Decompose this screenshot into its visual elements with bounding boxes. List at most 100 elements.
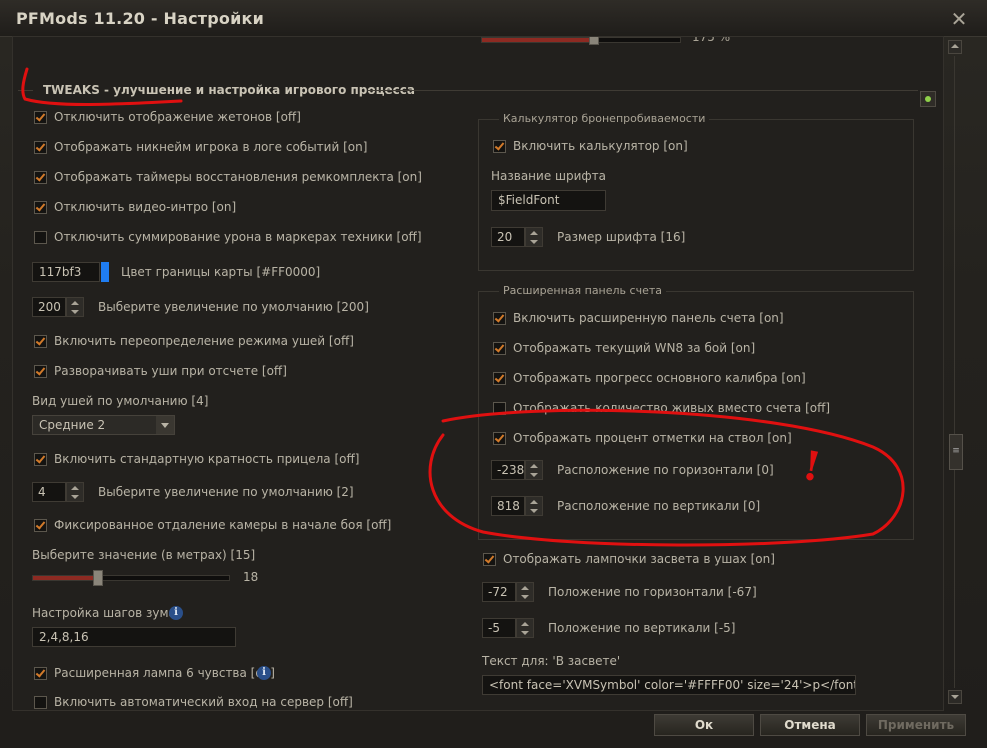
checkbox[interactable] — [493, 139, 506, 153]
checkbox-scope-mult[interactable]: Включить стандартную кратность прицела [… — [34, 450, 359, 468]
arrow-up-icon[interactable] — [71, 485, 79, 490]
map-border-color-label: Цвет границы карты [#FF0000] — [121, 265, 321, 279]
camera-distance-label: Выберите значение (в метрах) [15] — [32, 548, 256, 562]
checkbox-ears-override[interactable]: Включить переопределение режима ушей [of… — [34, 332, 354, 350]
arrow-up-icon[interactable] — [530, 230, 538, 235]
scorepanel-group-title: Расширенная панель счета — [499, 284, 666, 297]
arrow-down-icon[interactable] — [530, 508, 538, 513]
checkbox-gun-marks[interactable]: Отображать процент отметки на ствол [on] — [493, 429, 792, 447]
scope-zoom-stepper[interactable]: 4 — [32, 482, 84, 502]
zoom-steps-input[interactable]: 2,4,8,16 — [32, 627, 236, 647]
checkbox[interactable] — [34, 140, 47, 154]
checkbox[interactable] — [483, 552, 496, 566]
camera-distance-value: 18 — [243, 570, 259, 584]
checkbox-alive-count[interactable]: Отображать количество живых вместо счета… — [493, 399, 830, 417]
arrow-down-icon[interactable] — [71, 309, 79, 314]
arrow-down-icon[interactable] — [71, 494, 79, 499]
cancel-button[interactable]: Отмена — [760, 714, 860, 736]
checkbox[interactable] — [34, 110, 47, 124]
arrow-down-icon[interactable] — [521, 594, 529, 599]
checkbox[interactable] — [493, 371, 506, 385]
checkbox[interactable] — [34, 230, 47, 244]
checkbox[interactable] — [493, 341, 506, 355]
marks-pos-x-stepper[interactable]: -238 — [491, 460, 543, 480]
top-slider-thumb[interactable] — [589, 37, 599, 45]
map-border-color-input[interactable]: 117bf3 — [32, 262, 100, 282]
scroll-thumb[interactable]: ≡ — [949, 434, 963, 470]
checkbox-auto-login[interactable]: Включить автоматический вход на сервер [… — [34, 693, 353, 710]
info-icon[interactable]: i — [169, 606, 183, 620]
checkbox[interactable] — [34, 170, 47, 184]
checkbox[interactable] — [493, 431, 506, 445]
font-name-label: Название шрифта — [491, 169, 607, 183]
top-slider-value: 175 % — [692, 36, 731, 44]
calculator-group-title: Калькулятор бронепробиваемости — [499, 112, 710, 125]
section-title: TWEAKS - улучшение и настройка игрового … — [43, 83, 415, 97]
camera-distance-slider[interactable] — [32, 575, 230, 581]
title-bar: PFMods 11.20 - Настройки ✕ — [0, 0, 987, 37]
section-toggle-button[interactable] — [920, 91, 936, 107]
checkbox-repair-timers[interactable]: Отображать таймеры восстановления ремком… — [34, 168, 422, 186]
arrow-up-icon[interactable] — [530, 463, 538, 468]
top-slider-track[interactable] — [481, 37, 681, 43]
font-name-input[interactable]: $FieldFont — [491, 190, 606, 211]
checkbox-calculator[interactable]: Включить калькулятор [on] — [493, 137, 688, 155]
zoom-steps-label: Настройка шагов зума — [32, 606, 176, 620]
arrow-up-icon[interactable] — [521, 621, 529, 626]
arrow-up-icon[interactable] — [71, 300, 79, 305]
dropdown-value: Средние 2 — [39, 418, 106, 432]
checkbox[interactable] — [34, 364, 47, 378]
checkbox-camera-fixed[interactable]: Фиксированное отдаление камеры в начале … — [34, 516, 391, 534]
slider-thumb[interactable] — [93, 570, 103, 586]
spotted-text-input[interactable]: <font face='XVMSymbol' color='#FFFF00' s… — [482, 675, 856, 695]
checkbox-wn8[interactable]: Отображать текущий WN8 за бой [on] — [493, 339, 755, 357]
scrollbar[interactable]: ≡ — [948, 40, 963, 705]
scope-zoom-label: Выберите увеличение по умолчанию [2] — [98, 485, 354, 499]
arrow-up-icon[interactable] — [530, 499, 538, 504]
checkbox-ears-flip[interactable]: Разворачивать уши при отсчете [off] — [34, 362, 287, 380]
checkbox-disable-tokens[interactable]: Отключить отображение жетонов [off] — [34, 108, 301, 126]
checkbox-nickname-log[interactable]: Отображать никнейм игрока в логе событий… — [34, 138, 367, 156]
font-size-label: Размер шрифта [16] — [557, 230, 686, 244]
ears-view-dropdown[interactable]: Средние 2 — [32, 415, 175, 435]
section-divider-left — [18, 90, 33, 91]
checkbox[interactable] — [34, 666, 47, 680]
spotted-pos-y-label: Положение по вертикали [-5] — [548, 621, 736, 635]
scroll-down-icon[interactable] — [948, 690, 962, 704]
checkbox-sixth-sense[interactable]: Расширенная лампа 6 чувства [on] — [34, 664, 275, 682]
marks-pos-y-stepper[interactable]: 818 — [491, 496, 543, 516]
marks-pos-x-label: Расположение по горизонтали [0] — [557, 463, 774, 477]
arrow-down-icon[interactable] — [530, 239, 538, 244]
window-title: PFMods 11.20 - Настройки — [16, 9, 264, 28]
zoom-default-label: Выберите увеличение по умолчанию [200] — [98, 300, 369, 314]
font-size-stepper[interactable]: 20 — [491, 227, 543, 247]
ok-button[interactable]: Ок — [654, 714, 754, 736]
info-icon[interactable]: i — [257, 666, 271, 680]
chevron-down-icon[interactable] — [156, 416, 174, 434]
color-swatch[interactable] — [101, 262, 109, 282]
arrow-down-icon[interactable] — [521, 630, 529, 635]
checkbox[interactable] — [493, 401, 506, 415]
apply-button[interactable]: Применить — [866, 714, 966, 736]
spotted-pos-y-stepper[interactable]: -5 — [482, 618, 534, 638]
arrow-up-icon[interactable] — [521, 585, 529, 590]
checkbox[interactable] — [34, 200, 47, 214]
checkbox[interactable] — [34, 518, 47, 532]
checkbox-spotted-lamp[interactable]: Отображать лампочки засвета в ушах [on] — [483, 550, 775, 568]
checkbox-damage-sum[interactable]: Отключить суммирование урона в маркерах … — [34, 228, 422, 246]
settings-content: 175 % TWEAKS - улучшение и настройка игр… — [12, 36, 944, 711]
zoom-default-stepper[interactable]: 200 — [32, 297, 84, 317]
scroll-track[interactable] — [954, 56, 955, 688]
checkbox-scorepanel[interactable]: Включить расширенную панель счета [on] — [493, 309, 784, 327]
checkbox[interactable] — [493, 311, 506, 325]
close-icon[interactable]: ✕ — [944, 6, 974, 32]
checkbox[interactable] — [34, 334, 47, 348]
settings-window: PFMods 11.20 - Настройки ✕ 175 % TWEAKS … — [0, 0, 987, 748]
checkbox-disable-intro[interactable]: Отключить видео-интро [on] — [34, 198, 236, 216]
arrow-down-icon[interactable] — [530, 472, 538, 477]
checkbox-caliber-progress[interactable]: Отображать прогресс основного калибра [o… — [493, 369, 806, 387]
scroll-up-icon[interactable] — [948, 40, 962, 54]
checkbox[interactable] — [34, 695, 47, 709]
checkbox[interactable] — [34, 452, 47, 466]
spotted-pos-x-stepper[interactable]: -72 — [482, 582, 534, 602]
